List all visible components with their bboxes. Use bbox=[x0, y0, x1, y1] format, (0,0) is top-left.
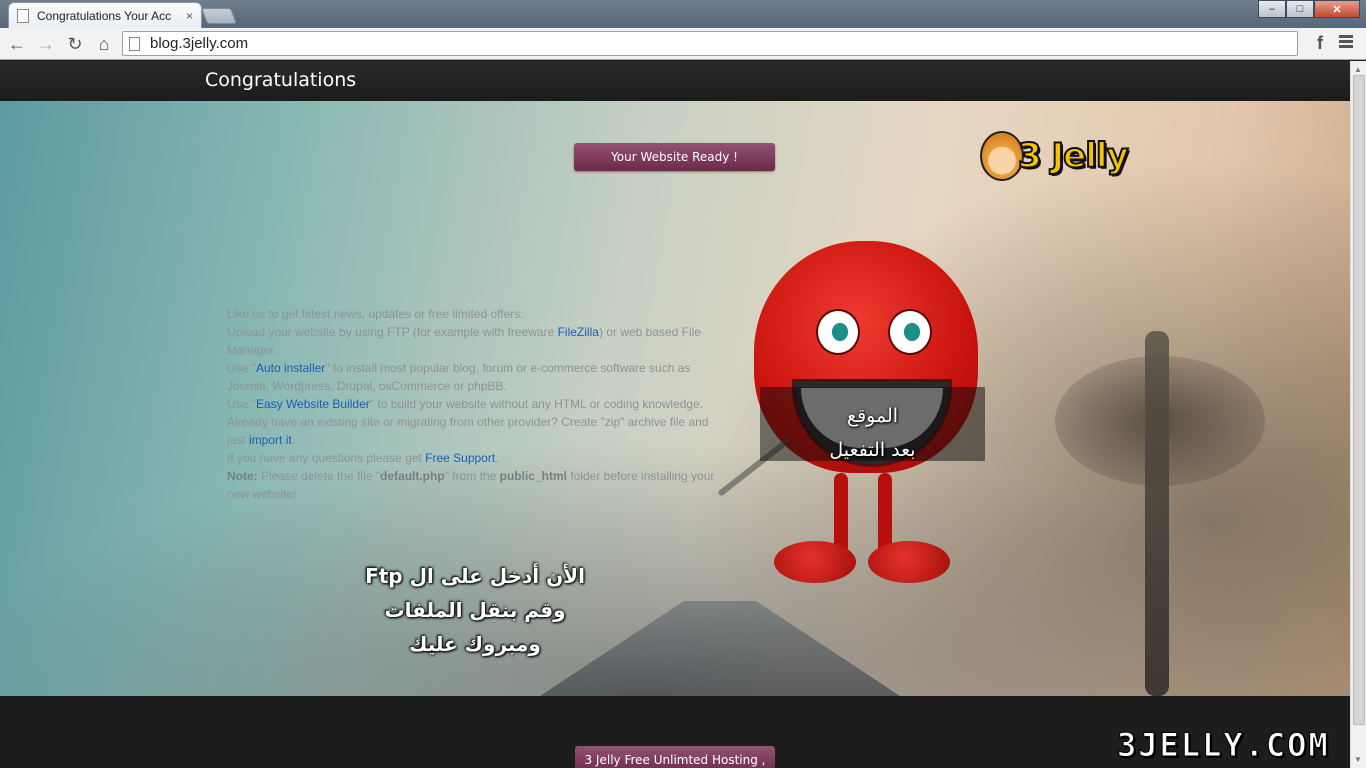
minimize-button[interactable]: – bbox=[1258, 0, 1286, 18]
maximize-button[interactable]: □ bbox=[1286, 0, 1314, 18]
3jelly-logo[interactable]: 3 Jelly bbox=[980, 126, 1130, 186]
hero-section: Your Website Ready ! 3 Jelly Like us to … bbox=[0, 101, 1350, 696]
back-arrow-icon[interactable]: ← bbox=[5, 32, 29, 56]
background-tree bbox=[1145, 331, 1169, 696]
monster-foot-right bbox=[868, 541, 950, 583]
site-header: Congratulations bbox=[0, 61, 1350, 101]
browser-tab[interactable]: Congratulations Your Acc × bbox=[8, 2, 202, 28]
logo-text: 3 Jelly bbox=[1017, 135, 1130, 177]
info-line-migrate: Already have an existing site or migrati… bbox=[227, 415, 709, 447]
filezilla-link[interactable]: FileZilla bbox=[558, 325, 599, 339]
home-icon[interactable]: ⌂ bbox=[92, 32, 116, 56]
window-controls: – □ ✕ bbox=[1258, 0, 1360, 18]
import-it-link[interactable]: import it bbox=[249, 433, 292, 447]
watermark-logo: 3JELLY.COM bbox=[1117, 726, 1330, 765]
page-footer: 3 Jelly Free Unlimted Hosting , 3JELLY.C… bbox=[0, 696, 1350, 768]
info-line-note: Note: Please delete the file "default.ph… bbox=[227, 469, 715, 501]
annotation-line-2: بعد التفعيل bbox=[829, 439, 916, 461]
monster-foot-left bbox=[774, 541, 856, 583]
facebook-extension-icon[interactable]: f bbox=[1309, 32, 1331, 54]
vertical-scrollbar[interactable]: ▲ ▼ bbox=[1350, 61, 1366, 768]
info-line-support: If you have any questions please get Fre… bbox=[227, 451, 499, 465]
arabic-note-line-1: الأن أدخل على ال Ftp bbox=[365, 564, 585, 588]
arabic-ftp-note: الأن أدخل على ال Ftp وقم بنقل الملفات وم… bbox=[340, 559, 610, 661]
browser-toolbar: ← → ↻ ⌂ f bbox=[0, 28, 1366, 60]
forward-arrow-icon[interactable]: → bbox=[34, 32, 58, 56]
close-window-button[interactable]: ✕ bbox=[1314, 0, 1360, 18]
monster-leg-left bbox=[834, 473, 848, 555]
instructions-text: Like us to get latest news, updates or f… bbox=[227, 305, 727, 503]
monster-eye-left bbox=[816, 309, 860, 355]
auto-installer-link[interactable]: Auto installer bbox=[256, 361, 325, 375]
page-favicon-icon bbox=[17, 8, 29, 23]
monster-eye-right bbox=[888, 309, 932, 355]
arabic-note-line-2: وقم بنقل الملفات bbox=[384, 598, 566, 622]
tab-close-icon[interactable]: × bbox=[186, 9, 193, 23]
page-title: Congratulations bbox=[205, 69, 357, 91]
easy-website-builder-link[interactable]: Easy Website Builder bbox=[256, 397, 370, 411]
chrome-menu-icon[interactable] bbox=[1339, 35, 1353, 49]
new-tab-button[interactable] bbox=[201, 8, 237, 24]
tab-title: Congratulations Your Acc bbox=[37, 8, 172, 23]
monster-annotation: الموقع بعد التفعيل bbox=[760, 399, 985, 467]
arabic-note-line-3: ومبروك عليك bbox=[409, 632, 541, 656]
window-titlebar: Congratulations Your Acc × – □ ✕ bbox=[0, 0, 1366, 28]
scroll-down-arrow-icon[interactable]: ▼ bbox=[1354, 755, 1362, 764]
annotation-line-1: الموقع bbox=[846, 405, 899, 427]
info-line-upload: Upload your website by using FTP (for ex… bbox=[227, 325, 701, 357]
address-bar[interactable] bbox=[122, 31, 1298, 56]
scroll-up-arrow-icon[interactable]: ▲ bbox=[1354, 65, 1362, 74]
free-support-link[interactable]: Free Support bbox=[425, 451, 495, 465]
info-line-like: Like us to get latest news, updates or f… bbox=[227, 307, 524, 321]
red-monster-illustration: الموقع بعد التفعيل bbox=[717, 241, 1000, 601]
info-line-builder: Use "Easy Website Builder" to build your… bbox=[227, 397, 704, 411]
web-page: Congratulations Your Website Ready ! 3 J… bbox=[0, 61, 1350, 768]
reload-icon[interactable]: ↻ bbox=[63, 32, 87, 56]
url-input[interactable] bbox=[148, 34, 1248, 53]
page-icon bbox=[129, 36, 140, 51]
scrollbar-thumb[interactable] bbox=[1353, 75, 1365, 725]
website-ready-button[interactable]: Your Website Ready ! bbox=[574, 143, 775, 171]
info-line-auto-installer: Use "Auto installer" to install most pop… bbox=[227, 361, 691, 393]
free-hosting-button[interactable]: 3 Jelly Free Unlimted Hosting , bbox=[575, 746, 775, 768]
